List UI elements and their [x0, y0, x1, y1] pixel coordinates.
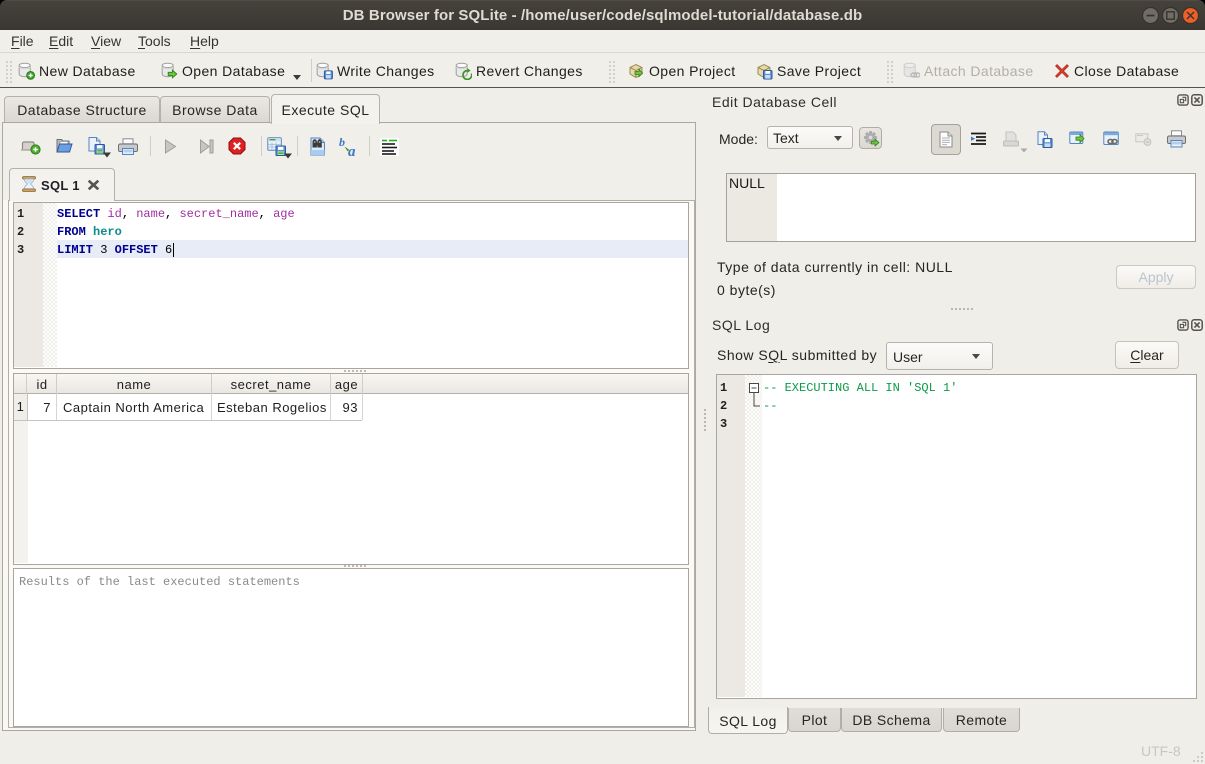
svg-text:a: a [348, 144, 356, 158]
svg-text:b: b [339, 136, 345, 149]
